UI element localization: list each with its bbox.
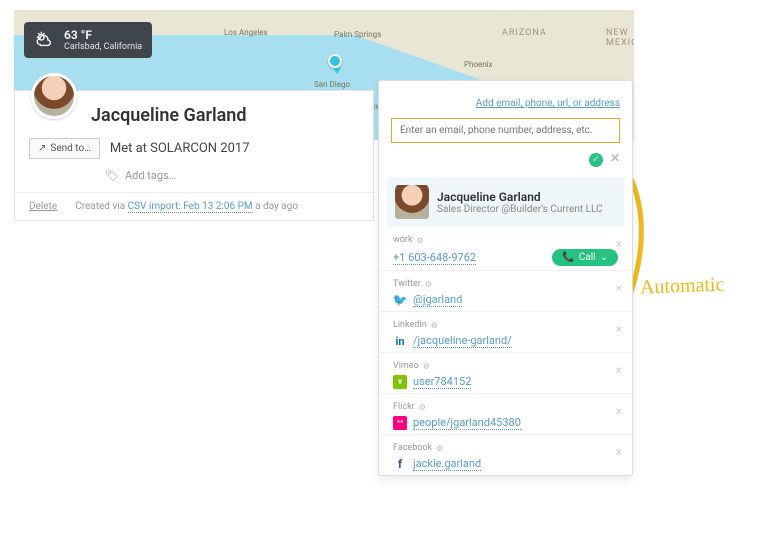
gear-icon[interactable]: ⚙ [436,444,443,453]
add-contact-info-link[interactable]: Add email, phone, url, or address [476,98,620,109]
section-twitter: × Twitter ⚙ 🐦 @jgarland [379,270,632,311]
annotation-label: Automatic [640,274,725,300]
gear-icon[interactable]: ⚙ [423,362,430,371]
contact-note[interactable]: Met at SOLARCON 2017 [110,141,250,156]
section-label: Twitter [393,279,421,289]
vimeo-icon: v [393,375,407,389]
section-work: × work ⚙ +1 603-648-9762 📞 Call ⌄ [379,227,632,270]
map-city-phoenix: Phoenix [464,60,493,69]
close-icon[interactable]: × [616,445,622,459]
call-button[interactable]: 📞 Call ⌄ [552,249,618,266]
linkedin-icon: in [393,334,407,348]
facebook-handle-link[interactable]: jackie.garland [413,457,481,471]
close-icon[interactable]: × [616,237,622,251]
weather-chip: 63 °F Carlsbad, California [24,22,152,58]
map-label-newmexico: NEW MEXIC [606,28,634,48]
section-label: work [393,235,413,245]
contact-name: Jacqueline Garland [91,105,359,126]
weather-icon [34,29,56,51]
call-label: Call [579,252,596,263]
section-label: LinkedIn [393,320,427,330]
close-icon[interactable]: × [616,281,622,295]
matched-person-title: Sales Director @Builder's Current LLC [437,204,603,215]
section-vimeo: × Vimeo ⚙ v user784152 [379,352,632,393]
section-label: Vimeo [393,361,419,371]
add-tags-label: Add tags… [125,169,176,182]
gear-icon[interactable]: ⚙ [431,321,438,330]
twitter-handle-link[interactable]: @jgarland [413,293,462,307]
close-icon[interactable]: × [616,322,622,336]
tag-icon: 🏷 [105,169,119,182]
matched-person-name: Jacqueline Garland [437,190,603,204]
created-via-link[interactable]: CSV import: Feb 13 2:06 PM [128,201,253,213]
matched-person-card[interactable]: Jacqueline Garland Sales Director @Build… [387,177,624,227]
section-label: Flickr [393,402,415,412]
add-tags-row[interactable]: 🏷 Add tags… [105,169,359,182]
contact-info-input[interactable] [391,118,620,143]
vimeo-handle-link[interactable]: user784152 [413,375,471,389]
phone-icon: 📞 [562,252,574,263]
section-linkedin: × LinkedIn ⚙ in/jacqueline-garland/ [379,311,632,352]
chevron-down-icon: ⌄ [600,252,608,263]
add-info-popover: Add email, phone, url, or address ✓ ✕ Ja… [378,80,633,476]
gear-icon[interactable]: ⚙ [419,403,426,412]
map-label-arizona: ARIZONA [502,28,547,38]
map-city-sandiego: San Diego [314,80,350,89]
contact-card: Jacqueline Garland ↗ Send to… Met at SOL… [14,90,374,221]
close-icon[interactable]: × [616,363,622,377]
cancel-icon[interactable]: ✕ [610,151,620,165]
section-label: Facebook [393,443,432,453]
close-icon[interactable]: × [616,404,622,418]
send-to-label: Send to… [50,143,90,154]
gear-icon[interactable]: ⚙ [417,236,424,245]
card-meta: Delete Created via CSV import: Feb 13 2:… [15,192,373,220]
work-phone-link[interactable]: +1 603-648-9762 [393,251,476,265]
gear-icon[interactable]: ⚙ [425,280,432,289]
twitter-icon: 🐦 [393,293,407,307]
flickr-handle-link[interactable]: people/jgarland45380 [413,416,521,430]
confirm-icon[interactable]: ✓ [589,153,603,167]
flickr-icon: •• [393,416,407,430]
share-icon: ↗ [38,143,46,154]
weather-location: Carlsbad, California [64,42,142,52]
weather-temp: 63 °F [64,28,142,42]
linkedin-handle-link[interactable]: /jacqueline-garland/ [413,334,512,348]
matched-person-avatar [395,185,429,219]
delete-link[interactable]: Delete [29,201,57,212]
section-facebook: × Facebook ⚙ f jackie.garland [379,434,632,475]
created-text: Created via CSV import: Feb 13 2:06 PM a… [75,201,298,212]
contact-avatar[interactable] [31,73,77,119]
map-city-palmsprings: Palm Springs [334,30,381,39]
facebook-icon: f [393,457,407,471]
map-city-la: Los Angeles [224,28,268,37]
section-flickr: × Flickr ⚙ •• people/jgarland45380 [379,393,632,434]
send-to-button[interactable]: ↗ Send to… [29,138,100,159]
map-pin-icon[interactable] [328,54,342,68]
